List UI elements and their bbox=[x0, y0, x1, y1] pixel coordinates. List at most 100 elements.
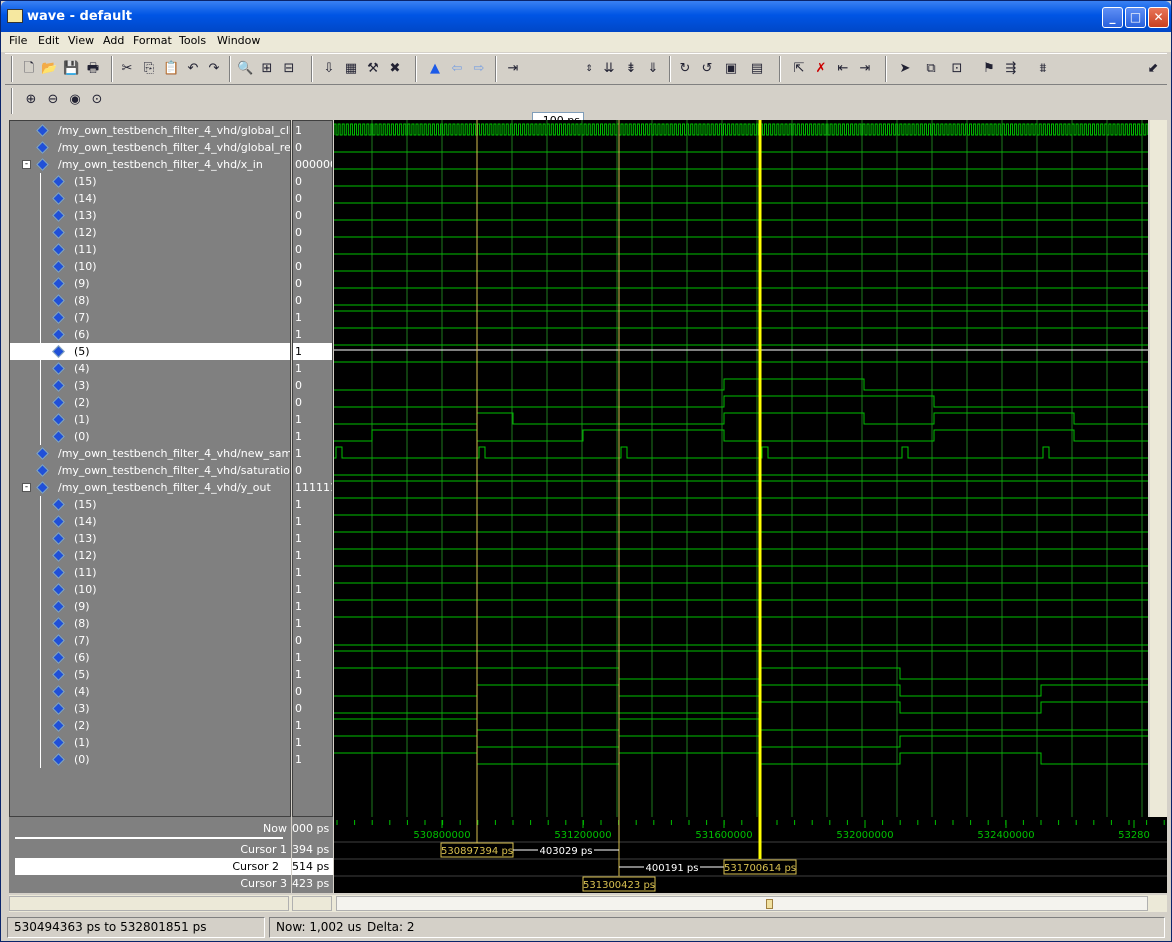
trace-icon[interactable]: ⇶ bbox=[1003, 61, 1019, 77]
measure-icon[interactable]: ⊡ bbox=[949, 61, 965, 77]
cursor-2-label[interactable]: Cursor 2 bbox=[15, 858, 291, 875]
run-icon[interactable]: ⚒ bbox=[365, 61, 381, 77]
forward-arrow-icon[interactable]: ⇨ bbox=[471, 61, 487, 77]
hscroll-thumb[interactable] bbox=[766, 899, 773, 909]
vertical-scrollbar[interactable] bbox=[1150, 120, 1167, 817]
select-mode-icon[interactable]: ➤ bbox=[897, 61, 913, 77]
waveform-canvas[interactable] bbox=[334, 120, 1148, 817]
signal-row[interactable]: (9) bbox=[10, 275, 290, 292]
compile-icon[interactable]: ⇩ bbox=[321, 61, 337, 77]
signal-row[interactable]: (14) bbox=[10, 190, 290, 207]
cursor-3-label[interactable]: Cursor 3 bbox=[240, 875, 287, 892]
save-icon[interactable]: 💾 bbox=[63, 61, 79, 77]
signal-row[interactable]: (1) bbox=[10, 734, 290, 751]
signal-row[interactable]: (7) bbox=[10, 632, 290, 649]
menu-window[interactable]: Window bbox=[217, 34, 260, 47]
simulate-icon[interactable]: ▦ bbox=[343, 61, 359, 77]
signal-row[interactable]: /my_own_testbench_filter_4_vhd/new_sampl… bbox=[10, 445, 290, 462]
undo-icon[interactable]: ↶ bbox=[185, 61, 201, 77]
menu-add[interactable]: Add bbox=[103, 34, 124, 47]
signal-row[interactable]: (6) bbox=[10, 649, 290, 666]
back-arrow-icon[interactable]: ⇦ bbox=[449, 61, 465, 77]
signal-row[interactable]: (15) bbox=[10, 496, 290, 513]
find-next-icon[interactable]: ⊞ bbox=[259, 61, 275, 77]
menu-tools[interactable]: Tools bbox=[179, 34, 206, 47]
cursor-1-label[interactable]: Cursor 1 bbox=[240, 841, 287, 858]
signal-row[interactable]: (15) bbox=[10, 173, 290, 190]
signal-row[interactable]: (2) bbox=[10, 394, 290, 411]
expand-toggle-icon[interactable]: - bbox=[22, 483, 31, 492]
signal-row[interactable]: (10) bbox=[10, 258, 290, 275]
signal-row[interactable]: (1) bbox=[10, 411, 290, 428]
wave-hscroll[interactable] bbox=[336, 896, 1148, 911]
break-icon[interactable]: ✖ bbox=[387, 61, 403, 77]
signal-row[interactable]: (9) bbox=[10, 598, 290, 615]
cursor-next-icon[interactable]: ⇥ bbox=[857, 61, 873, 77]
cursor-add-icon[interactable]: ⇱ bbox=[791, 61, 807, 77]
undock-icon[interactable]: ⬋ bbox=[1145, 61, 1161, 77]
stop-icon[interactable]: ▤ bbox=[749, 61, 765, 77]
menu-file[interactable]: File bbox=[9, 34, 27, 47]
signal-row[interactable]: (12) bbox=[10, 224, 290, 241]
signal-row[interactable]: (3) bbox=[10, 700, 290, 717]
paste-icon[interactable]: 📋 bbox=[163, 61, 179, 77]
print-icon[interactable]: 🖶 bbox=[85, 61, 101, 77]
signal-value-pane[interactable]: 1 0 000000 0 0 0 0 0 0 0 0 1 1 1 1 0 0 1 1 1 0 111111 1 1 1 1 1 1 1 1… bbox=[292, 120, 333, 817]
restart-icon[interactable]: ▣ bbox=[723, 61, 739, 77]
dataflow-icon[interactable]: ⚑ bbox=[981, 61, 997, 77]
signal-row[interactable]: (12) bbox=[10, 547, 290, 564]
expand-toggle-icon[interactable]: - bbox=[22, 160, 31, 169]
list-icon[interactable]: ⊟ bbox=[281, 61, 297, 77]
signal-row[interactable]: (0) bbox=[10, 751, 290, 768]
cursor-prev-icon[interactable]: ⇤ bbox=[835, 61, 851, 77]
minimize-button[interactable]: _ bbox=[1102, 7, 1123, 28]
new-file-icon[interactable]: 🗋 bbox=[21, 61, 37, 77]
up-arrow-icon[interactable]: ▲ bbox=[427, 61, 443, 77]
close-button[interactable]: ✕ bbox=[1148, 7, 1169, 28]
signal-row[interactable]: (3) bbox=[10, 377, 290, 394]
run-all-icon[interactable]: ⇓ bbox=[645, 61, 661, 77]
signal-row[interactable]: (0) bbox=[10, 428, 290, 445]
signal-row[interactable]: (8) bbox=[10, 615, 290, 632]
signal-row[interactable]: (4) bbox=[10, 683, 290, 700]
menu-format[interactable]: Format bbox=[133, 34, 172, 47]
signal-row[interactable]: (14) bbox=[10, 513, 290, 530]
waveform-pane[interactable] bbox=[334, 120, 1148, 817]
signal-row[interactable]: /my_own_testbench_filter_4_vhd/global_cl… bbox=[10, 122, 290, 139]
spin-icon[interactable]: ⇕ bbox=[584, 61, 594, 77]
run-length-icon[interactable]: ⇥ bbox=[505, 61, 521, 77]
find-icon[interactable]: 🔍 bbox=[237, 61, 253, 77]
open-folder-icon[interactable]: 📂 bbox=[41, 61, 57, 77]
timeline-canvas[interactable]: 530800000 531200000 531600000 532000000 5324… bbox=[334, 817, 1167, 893]
zoom-out-icon[interactable]: ⊖ bbox=[45, 92, 61, 108]
signal-name-pane[interactable]: /my_own_testbench_filter_4_vhd/global_cl… bbox=[9, 120, 291, 817]
signal-row[interactable]: (13) bbox=[10, 530, 290, 547]
step-icon[interactable]: ↻ bbox=[677, 61, 693, 77]
signal-row[interactable]: (5) bbox=[10, 666, 290, 683]
menu-view[interactable]: View bbox=[68, 34, 94, 47]
title-bar[interactable]: wave - default _ □ ✕ bbox=[1, 1, 1171, 32]
maximize-button[interactable]: □ bbox=[1125, 7, 1146, 28]
zoom-in-icon[interactable]: ⊕ bbox=[23, 92, 39, 108]
zoom-mode-icon[interactable]: ⧉ bbox=[923, 61, 939, 77]
timeline-pane[interactable]: 530800000 531200000 531600000 532000000 5324… bbox=[334, 817, 1167, 893]
signal-row[interactable]: (11) bbox=[10, 241, 290, 258]
signal-row[interactable]: (10) bbox=[10, 581, 290, 598]
redo-icon[interactable]: ↷ bbox=[206, 61, 222, 77]
signal-row[interactable]: /my_own_testbench_filter_4_vhd/saturatio… bbox=[10, 462, 290, 479]
signal-row[interactable]: (7) bbox=[10, 309, 290, 326]
signal-row[interactable]: - /my_own_testbench_filter_4_vhd/y_out bbox=[10, 479, 290, 496]
signal-row[interactable]: (5) bbox=[10, 343, 290, 360]
signal-row[interactable]: /my_own_testbench_filter_4_vhd/global_re… bbox=[10, 139, 290, 156]
zoom-cursor-icon[interactable]: ⊙ bbox=[89, 92, 105, 108]
value-hscroll[interactable] bbox=[292, 896, 332, 911]
signal-row[interactable]: (8) bbox=[10, 292, 290, 309]
run-icon-1[interactable]: ⇊ bbox=[601, 61, 617, 77]
cursor-delete-icon[interactable]: ✗ bbox=[813, 61, 829, 77]
signal-row[interactable]: (4) bbox=[10, 360, 290, 377]
menu-edit[interactable]: Edit bbox=[38, 34, 59, 47]
signal-row[interactable]: (2) bbox=[10, 717, 290, 734]
signal-row[interactable]: (6) bbox=[10, 326, 290, 343]
cut-icon[interactable]: ✂ bbox=[119, 61, 135, 77]
signal-row[interactable]: - /my_own_testbench_filter_4_vhd/x_in bbox=[10, 156, 290, 173]
